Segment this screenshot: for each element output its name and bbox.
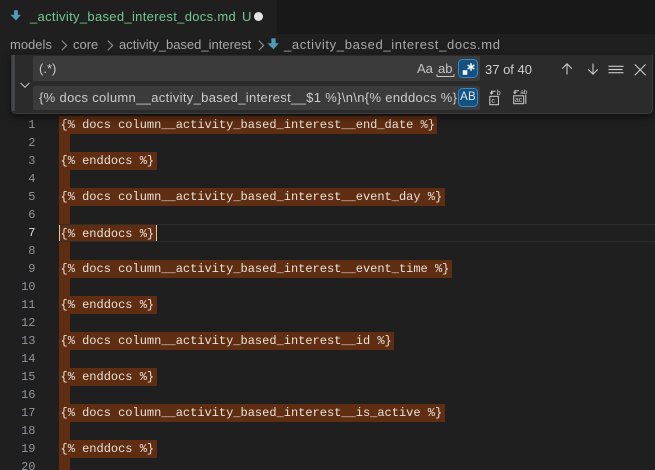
svg-text:c: c <box>491 98 495 105</box>
svg-text:ab: ab <box>520 89 528 96</box>
svg-text:ac: ac <box>515 97 523 104</box>
svg-text:b: b <box>497 90 501 97</box>
